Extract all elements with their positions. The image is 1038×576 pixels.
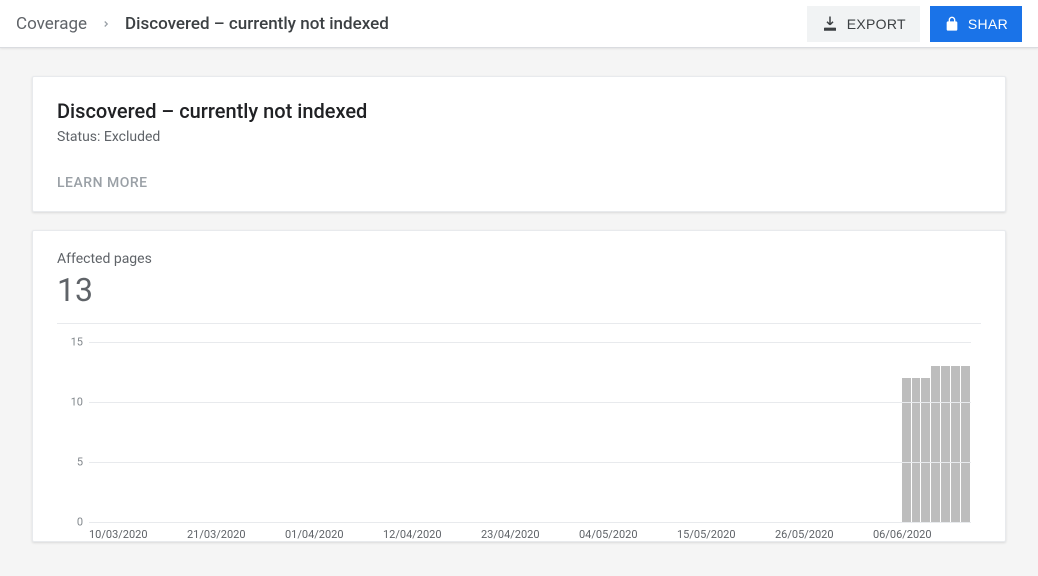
x-tick: 21/03/2020 — [187, 528, 285, 541]
status-text: Status: Excluded — [57, 129, 981, 145]
gridline — [89, 522, 971, 523]
breadcrumb-current: Discovered – currently not indexed — [125, 14, 389, 34]
x-tick: 15/05/2020 — [677, 528, 775, 541]
lock-icon — [944, 16, 960, 32]
x-tick: 12/04/2020 — [383, 528, 481, 541]
x-tick: 01/04/2020 — [285, 528, 383, 541]
share-button[interactable]: SHAR — [930, 6, 1022, 42]
breadcrumb-root[interactable]: Coverage — [16, 14, 87, 34]
gridline — [89, 462, 971, 463]
learn-more-button[interactable]: LEARN MORE — [57, 175, 981, 191]
share-label: SHAR — [968, 16, 1008, 32]
metric-value: 13 — [57, 271, 981, 309]
bar[interactable] — [902, 378, 911, 522]
x-tick: 04/05/2020 — [579, 528, 677, 541]
bar[interactable] — [951, 366, 960, 522]
y-tick: 15 — [61, 336, 83, 349]
x-tick: 26/05/2020 — [775, 528, 873, 541]
y-tick: 0 — [61, 516, 83, 529]
y-tick: 10 — [61, 396, 83, 409]
content: Discovered – currently not indexed Statu… — [0, 48, 1038, 542]
export-button[interactable]: EXPORT — [807, 6, 920, 42]
gridline — [89, 342, 971, 343]
topbar: Coverage Discovered – currently not inde… — [0, 0, 1038, 48]
bar[interactable] — [941, 366, 950, 522]
summary-card: Discovered – currently not indexed Statu… — [32, 76, 1006, 212]
export-label: EXPORT — [847, 16, 906, 32]
x-tick: 23/04/2020 — [481, 528, 579, 541]
download-icon — [821, 15, 839, 33]
bar[interactable] — [912, 378, 921, 522]
chevron-right-icon — [101, 14, 111, 34]
x-tick: 10/03/2020 — [89, 528, 187, 541]
bar[interactable] — [961, 366, 970, 522]
y-tick: 5 — [61, 456, 83, 469]
bar[interactable] — [931, 366, 940, 522]
breadcrumb: Coverage Discovered – currently not inde… — [16, 14, 389, 34]
gridline — [89, 402, 971, 403]
metric-label: Affected pages — [57, 251, 981, 267]
bar[interactable] — [921, 378, 930, 522]
chart-card: Affected pages 13 0 5 10 15 10/03/202021/03… — [32, 230, 1006, 542]
x-tick: 06/06/2020 — [873, 528, 971, 541]
chart: 0 5 10 15 10/03/202021/03/202001/04/202012/… — [57, 323, 981, 541]
page-title: Discovered – currently not indexed — [57, 99, 981, 123]
